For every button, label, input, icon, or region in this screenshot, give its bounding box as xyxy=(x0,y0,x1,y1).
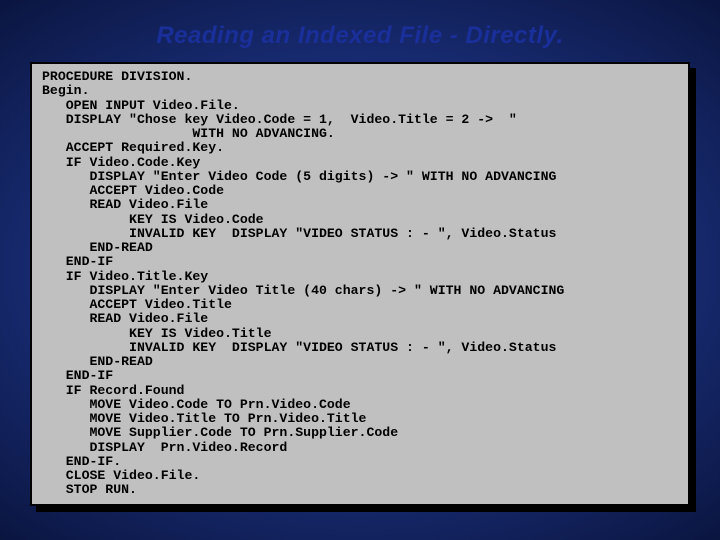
code-panel-body: PROCEDURE DIVISION. Begin. OPEN INPUT Vi… xyxy=(30,62,690,506)
code-panel: PROCEDURE DIVISION. Begin. OPEN INPUT Vi… xyxy=(30,62,690,506)
slide-title: Reading an Indexed File - Directly. xyxy=(0,0,720,62)
code-listing: PROCEDURE DIVISION. Begin. OPEN INPUT Vi… xyxy=(42,70,678,498)
